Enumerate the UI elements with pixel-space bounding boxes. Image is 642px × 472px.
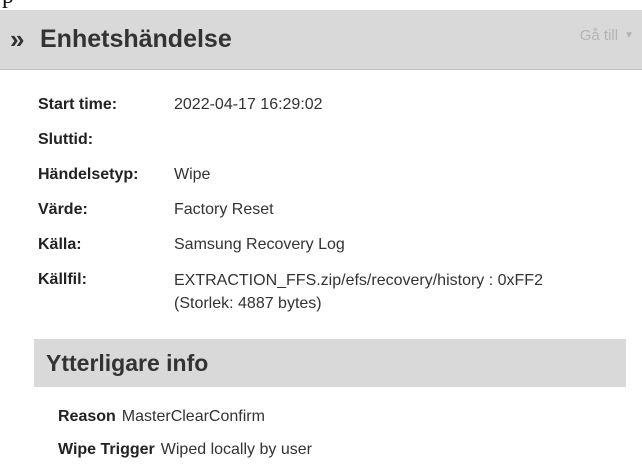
detail-row-event-type: Händelsetyp: Wipe [38, 164, 628, 191]
event-type-value: Wipe [174, 166, 211, 183]
page-title: Enhetshändelse [40, 25, 232, 53]
additional-row-reason: Reason MasterClearConfirm [58, 406, 618, 428]
start-time-value: 2022-04-17 16:29:02 [174, 96, 323, 113]
value-value: Factory Reset [174, 201, 274, 218]
detail-row-end-time: Sluttid: [38, 129, 628, 156]
source-file-size: (Storlek: 4887 bytes) [174, 295, 322, 312]
cropped-previous-text: p [0, 0, 642, 10]
wipe-trigger-value: Wiped locally by user [160, 441, 312, 458]
event-details: Start time: 2022-04-17 16:29:02 Sluttid:… [38, 94, 628, 323]
double-chevron-right-icon[interactable]: » [10, 24, 24, 54]
additional-row-wipe-trigger: Wipe Trigger Wiped locally by user [58, 439, 618, 461]
additional-info-header: Ytterligare info [34, 339, 626, 387]
reason-value: MasterClearConfirm [121, 408, 265, 425]
event-header: » Enhetshändelse Gå till ▼ [0, 10, 642, 70]
source-value: Samsung Recovery Log [174, 236, 345, 253]
detail-row-value: Värde: Factory Reset [38, 199, 628, 226]
source-file-label: Källfil: [38, 271, 87, 288]
detail-row-source-file: Källfil: EXTRACTION_FFS.zip/efs/recovery… [38, 269, 628, 315]
value-label: Värde: [38, 201, 88, 218]
additional-info-list: Reason MasterClearConfirm Wipe Trigger Wip… [58, 406, 618, 472]
detail-row-source: Källa: Samsung Recovery Log [38, 234, 628, 261]
source-file-value: EXTRACTION_FFS.zip/efs/recovery/history … [174, 269, 628, 315]
event-type-label: Händelsetyp: [38, 166, 139, 183]
source-file-path: EXTRACTION_FFS.zip/efs/recovery/history … [174, 272, 543, 289]
end-time-label: Sluttid: [38, 131, 94, 148]
detail-row-start-time: Start time: 2022-04-17 16:29:02 [38, 94, 628, 121]
start-time-label: Start time: [38, 96, 118, 113]
chevron-down-icon: ▼ [624, 30, 634, 42]
goto-label: Gå till [579, 27, 619, 44]
additional-info-title: Ytterligare info [46, 350, 209, 376]
reason-label: Reason [58, 408, 116, 425]
source-label: Källa: [38, 236, 82, 253]
wipe-trigger-label: Wipe Trigger [58, 441, 155, 458]
goto-dropdown[interactable]: Gå till ▼ [580, 26, 634, 46]
